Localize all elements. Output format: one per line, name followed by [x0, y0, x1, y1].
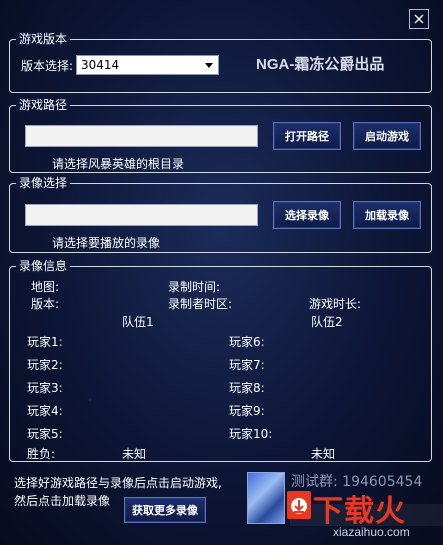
player-4-label: 玩家4: — [27, 404, 63, 418]
team1-title: 队伍1 — [122, 315, 154, 329]
version-group: 游戏版本 版本选择: 30414 NGA-霜冻公爵出品 — [9, 32, 432, 93]
replay-hint: 请选择要播放的录像 — [52, 236, 161, 250]
player-9-label: 玩家9: — [229, 404, 265, 418]
info-group-title: 录像信息 — [16, 259, 71, 273]
player-3-label: 玩家3: — [27, 381, 63, 395]
info-group: 录像信息 地图: 录制时间: 版本: 录制者时区: 游戏时长: 队伍1 队伍2 … — [9, 259, 432, 462]
brand-title: NGA-霜冻公爵出品 — [256, 56, 385, 73]
instruction-line-2: 然后点击加载录像 — [14, 494, 111, 508]
player-6-label: 玩家6: — [229, 335, 265, 349]
player-7-label: 玩家7: — [229, 358, 265, 372]
load-replay-button[interactable]: 加载录像 — [353, 201, 421, 229]
launch-game-button[interactable]: 启动游戏 — [353, 122, 421, 150]
close-icon — [414, 14, 424, 24]
version-info-label: 版本: — [31, 297, 60, 311]
team1-result: 未知 — [122, 447, 147, 461]
chevron-down-icon — [205, 63, 213, 68]
duration-label: 游戏时长: — [309, 297, 362, 311]
instruction-line-1: 选择好游戏路径与录像后点击启动游戏, — [14, 476, 222, 490]
player-2-label: 玩家2: — [27, 358, 63, 372]
more-replays-button[interactable]: 获取更多录像 — [124, 497, 206, 523]
record-time-label: 录制时间: — [168, 280, 221, 294]
player-1-label: 玩家1: — [27, 335, 63, 349]
path-group-title: 游戏路径 — [16, 98, 71, 112]
replay-path-input[interactable] — [25, 204, 258, 226]
watermark-site: xiazaihuo.com — [333, 525, 410, 539]
watermark-logo: 下载火 — [313, 495, 406, 528]
timezone-label: 录制者时区: — [168, 297, 233, 311]
path-group: 游戏路径 打开路径 启动游戏 请选择风暴英雄的根目录 — [9, 98, 432, 173]
download-icon — [287, 491, 311, 519]
select-replay-button[interactable]: 选择录像 — [273, 201, 341, 229]
player-10-label: 玩家10: — [229, 427, 273, 441]
version-select-value: 30414 — [81, 58, 120, 72]
player-5-label: 玩家5: — [27, 427, 63, 441]
player-8-label: 玩家8: — [229, 381, 265, 395]
map-label: 地图: — [31, 280, 60, 294]
version-group-title: 游戏版本 — [16, 32, 71, 46]
replay-group: 录像选择 选择录像 加载录像 请选择要播放的录像 — [9, 176, 432, 253]
replay-group-title: 录像选择 — [16, 176, 71, 190]
team2-result: 未知 — [311, 447, 336, 461]
result-label: 胜负: — [27, 447, 56, 461]
version-select[interactable]: 30414 — [76, 55, 219, 75]
open-path-button[interactable]: 打开路径 — [273, 122, 341, 150]
close-button[interactable] — [409, 9, 429, 29]
game-logo-image — [247, 472, 285, 524]
team2-title: 队伍2 — [311, 315, 343, 329]
game-path-input[interactable] — [25, 125, 258, 147]
version-label: 版本选择: — [21, 59, 74, 73]
path-hint: 请选择风暴英雄的根目录 — [52, 157, 185, 171]
